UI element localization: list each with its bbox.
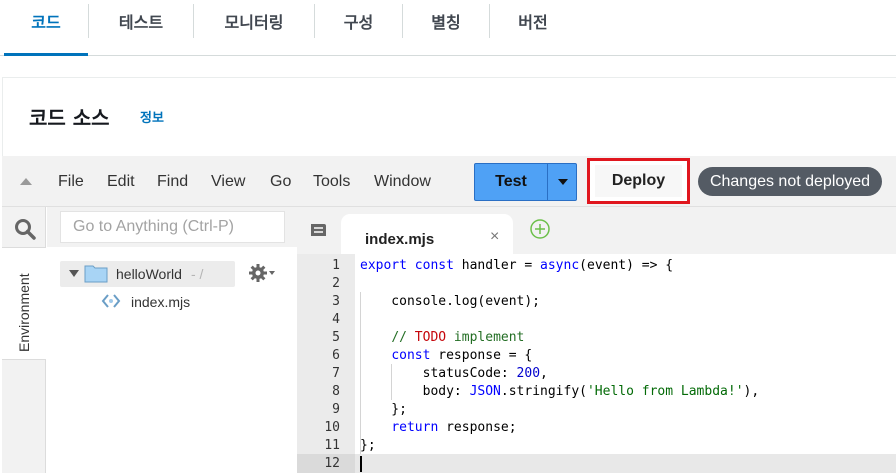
side-panel-strip: Environment <box>2 207 46 473</box>
test-button-group: Test <box>474 163 577 201</box>
gear-caret-icon[interactable] <box>269 271 275 275</box>
line-number: 1 <box>332 258 340 273</box>
code-line: // TODO implement <box>391 330 525 345</box>
menu-find[interactable]: Find <box>157 173 188 191</box>
code-line: return response; <box>391 420 517 435</box>
code-line: console.log(event); <box>360 294 541 309</box>
editor-tab-bar: index.mjs × <box>297 207 896 254</box>
code-line: }; <box>360 402 407 417</box>
folder-name: helloWorld <box>116 266 182 282</box>
line-number: 4 <box>332 312 340 327</box>
tab-configuration-label: 구성 <box>343 13 374 32</box>
status-badge: Changes not deployed <box>698 167 882 196</box>
menu-view[interactable]: View <box>211 173 245 191</box>
line-number: 3 <box>332 294 340 309</box>
folder-row[interactable]: helloWorld - / <box>60 261 235 287</box>
tab-index-mjs[interactable]: index.mjs × <box>341 214 513 254</box>
tab-versions[interactable]: 버전 <box>490 0 576 56</box>
tab-monitoring[interactable]: 모니터링 <box>194 0 314 56</box>
line-number: 10 <box>324 420 340 435</box>
environment-tab[interactable]: Environment <box>2 247 46 360</box>
file-tree-header <box>47 207 297 247</box>
line-number: 2 <box>332 276 340 291</box>
code-line: export const handler = async(event) => { <box>360 258 674 273</box>
caret-down-icon <box>557 179 568 185</box>
tab-list-icon[interactable] <box>309 223 327 237</box>
code-source-title: 코드 소스 <box>29 106 110 130</box>
line-number: 7 <box>332 366 340 381</box>
text-cursor <box>360 456 362 472</box>
tab-versions-label: 버전 <box>518 13 548 32</box>
environment-label: Environment <box>16 273 32 352</box>
file-tree: helloWorld - / index.mjs <box>47 207 297 473</box>
file-row[interactable]: index.mjs <box>101 291 241 313</box>
line-number: 5 <box>332 330 340 345</box>
menu-go[interactable]: Go <box>270 173 291 191</box>
active-line-highlight <box>355 454 896 473</box>
code-line: statusCode: 200, <box>360 366 548 381</box>
menu-edit[interactable]: Edit <box>107 173 135 191</box>
expand-triangle-icon[interactable] <box>69 270 79 277</box>
go-to-anything-input[interactable] <box>60 211 285 243</box>
tab-configuration[interactable]: 구성 <box>315 0 402 56</box>
line-number: 12 <box>324 456 340 471</box>
folder-path: - / <box>191 266 204 282</box>
line-number: 8 <box>332 384 340 399</box>
line-number: 9 <box>332 402 340 417</box>
tab-code[interactable]: 코드 <box>4 0 88 56</box>
close-icon[interactable]: × <box>490 228 499 246</box>
menu-window[interactable]: Window <box>374 173 431 191</box>
code-line: body: JSON.stringify('Hello from Lambda!… <box>360 384 760 399</box>
code-line: }; <box>360 438 376 453</box>
search-icon[interactable] <box>14 218 36 240</box>
file-name: index.mjs <box>131 294 191 310</box>
line-number: 11 <box>324 438 340 453</box>
folder-icon <box>84 265 108 283</box>
test-dropdown-button[interactable] <box>549 164 576 200</box>
plus-circle-icon[interactable] <box>529 218 551 240</box>
line-number: 6 <box>332 348 340 363</box>
tab-aliases[interactable]: 별칭 <box>403 0 489 56</box>
tab-test[interactable]: 테스트 <box>89 0 193 56</box>
deploy-button[interactable]: Deploy <box>595 165 682 197</box>
open-tab-label: index.mjs <box>365 231 435 248</box>
chevron-up-icon[interactable] <box>20 178 32 185</box>
gear-icon[interactable] <box>248 263 268 283</box>
menu-tools[interactable]: Tools <box>313 173 350 191</box>
ide-menu-bar: File Edit Find View Go Tools Window Test… <box>2 156 896 207</box>
test-button[interactable]: Test <box>475 164 548 200</box>
line-number-gutter: 1 2 3 4 5 6 7 8 9 10 11 12 <box>297 254 355 473</box>
tab-test-label: 테스트 <box>118 13 164 32</box>
code-file-icon <box>101 294 121 308</box>
code-line: const response = { <box>391 348 533 363</box>
menu-file[interactable]: File <box>58 173 84 191</box>
info-link[interactable]: 정보 <box>140 107 164 126</box>
tab-aliases-label: 별칭 <box>431 13 461 32</box>
tab-monitoring-label: 모니터링 <box>224 13 284 32</box>
function-tabs: 코드 테스트 모니터링 구성 별칭 버전 <box>0 0 896 56</box>
tab-code-label: 코드 <box>31 13 61 32</box>
code-editor[interactable]: export const handler = async(event) => {… <box>355 254 896 473</box>
deploy-highlight: Deploy <box>587 158 690 204</box>
